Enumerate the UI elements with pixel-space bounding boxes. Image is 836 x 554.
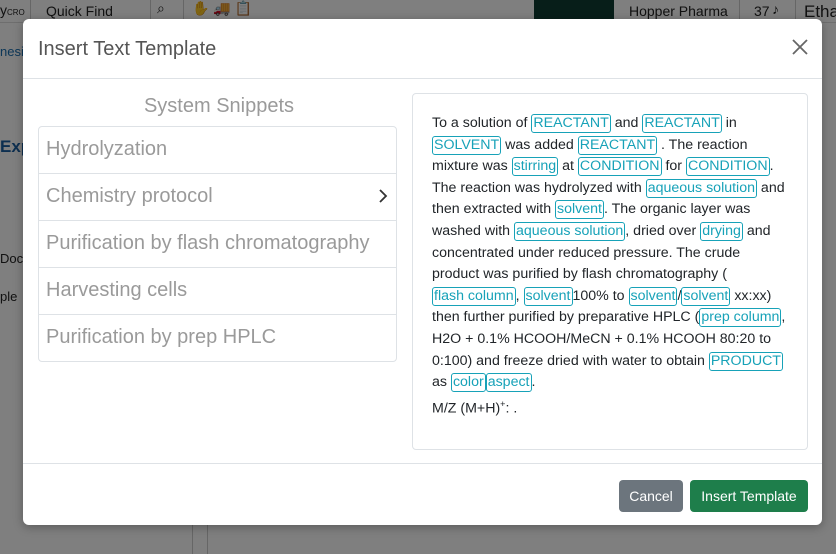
snippet-label: Hydrolyzation [46,138,168,160]
text: was added [501,136,578,153]
text: , [515,287,524,304]
text: To a solution of [432,115,532,131]
insert-template-button[interactable]: Insert Template [690,480,808,512]
placeholder-stirring[interactable]: stirring [511,157,559,177]
snippet-label: Purification by flash chromatography [46,232,370,254]
placeholder-condition[interactable]: CONDITION [577,157,662,177]
placeholder-product[interactable]: PRODUCT [708,351,783,371]
placeholder-color[interactable]: color [450,373,486,393]
placeholder-reactant[interactable]: REACTANT [531,114,611,133]
snippet-item-chemistry-protocol[interactable]: Chemistry protocol [39,174,396,221]
placeholder-solvent[interactable]: SOLVENT [432,135,502,155]
close-button[interactable] [790,37,810,57]
template-text: To a solution of REACTANT and REACTANT i… [432,113,790,420]
placeholder-reactant[interactable]: REACTANT [642,114,722,133]
text: M/Z (M+H) [432,400,501,417]
placeholder-solvent[interactable]: solvent [523,286,573,306]
placeholder-drying[interactable]: drying [700,221,743,241]
snippet-item-harvesting-cells[interactable]: Harvesting cells [39,268,396,315]
chevron-right-icon [379,189,388,203]
snippet-item-prep-hplc[interactable]: Purification by prep HPLC [39,315,396,361]
placeholder-reactant[interactable]: REACTANT [577,135,658,155]
snippet-label: Purification by prep HPLC [46,326,277,348]
placeholder-solvent[interactable]: solvent [555,200,604,220]
snippet-list: Hydrolyzation Chemistry protocol Purific… [38,126,397,362]
placeholder-solvent[interactable]: solvent [681,286,731,306]
insert-template-modal: Insert Text Template System Snippets Hyd… [23,19,822,525]
text: : . [505,400,518,417]
placeholder-solvent[interactable]: solvent [628,286,678,306]
text: 100% to [572,287,629,304]
snippet-item-flash-chromatography[interactable]: Purification by flash chromatography [39,221,396,268]
snippets-title: System Snippets [143,95,295,117]
snippet-label: Chemistry protocol [46,185,213,207]
placeholder-aspect[interactable]: aspect [485,373,532,393]
text: in [721,115,737,131]
snippet-item-hydrolyzation[interactable]: Hydrolyzation [39,127,396,174]
placeholder-aqueous-solution[interactable]: aqueous solution [645,178,757,198]
text: as [432,374,451,391]
placeholder-condition[interactable]: CONDITION [685,157,770,177]
placeholder-flash-column[interactable]: flash column [432,286,516,306]
text: for [661,158,686,175]
placeholder-aqueous-solution[interactable]: aqueous solution [514,221,626,241]
text: . [531,374,536,391]
placeholder-prep-column[interactable]: prep column [699,308,782,328]
close-icon [792,39,808,55]
cancel-button[interactable]: Cancel [619,480,683,512]
snippet-label: Harvesting cells [46,279,188,301]
modal-footer: Cancel Insert Template [23,463,822,526]
template-preview: To a solution of REACTANT and REACTANT i… [412,93,808,450]
modal-header: Insert Text Template [23,19,822,79]
text: , dried over [625,222,701,239]
modal-title: Insert Text Template [38,38,217,60]
text: at [558,158,578,175]
text: and [610,115,643,131]
